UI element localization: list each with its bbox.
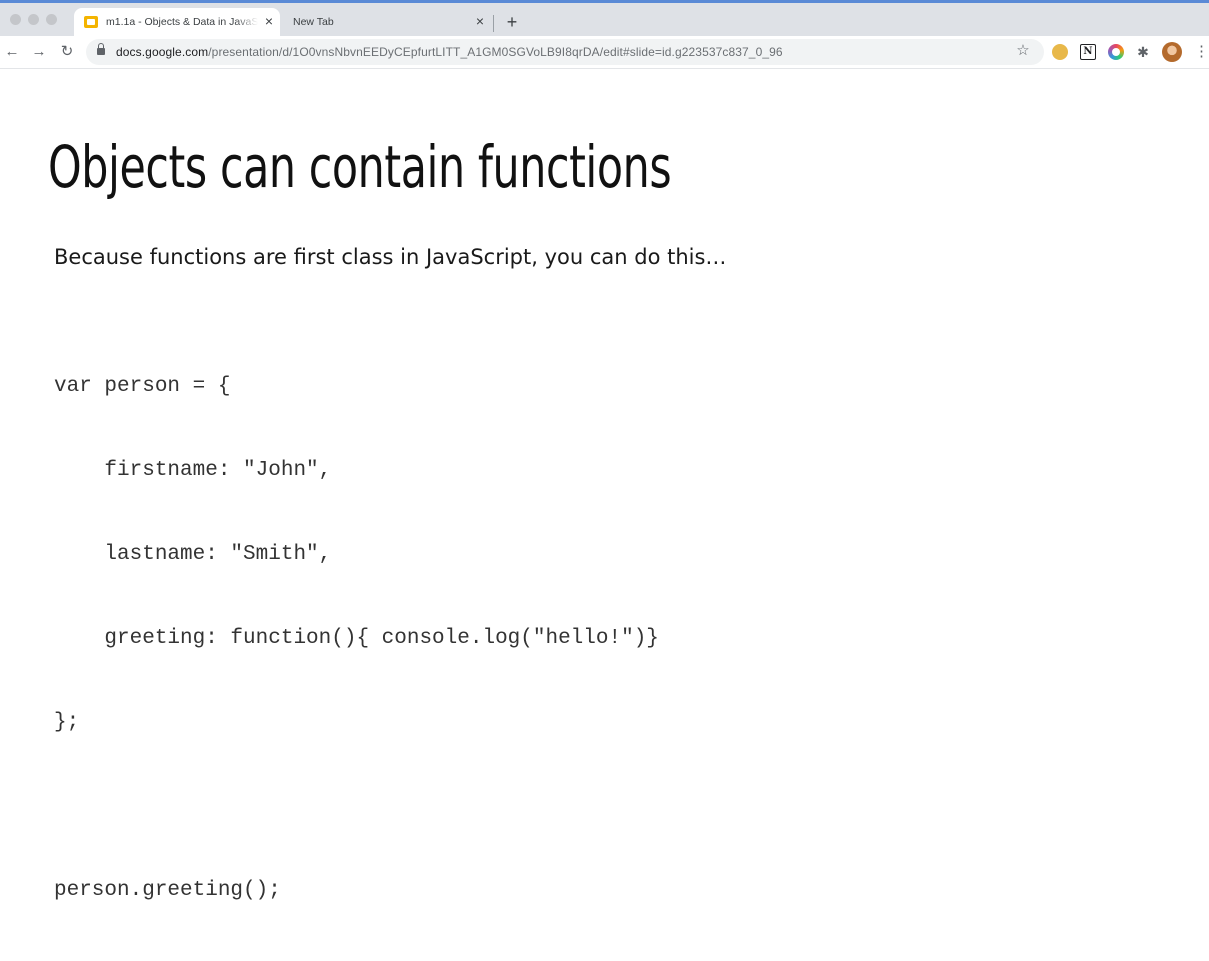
- tab-title: m1.1a - Objects & Data in JavaScript: [106, 16, 258, 28]
- code-line: lastname: "Smith",: [54, 543, 332, 566]
- slide-subtitle: Because functions are first class in Jav…: [54, 245, 727, 269]
- slide-title: Objects can contain functions: [48, 133, 672, 201]
- lock-icon[interactable]: [97, 43, 105, 55]
- forward-button[interactable]: →: [29, 42, 49, 62]
- presentation-slide: Objects can contain functions Because fu…: [0, 69, 1209, 902]
- bookmark-star-icon[interactable]: ☆: [1014, 42, 1032, 60]
- back-button[interactable]: ←: [2, 42, 22, 62]
- code-line: firstname: "John",: [54, 459, 332, 482]
- extensions-puzzle-icon[interactable]: ✱: [1135, 44, 1151, 60]
- reload-button[interactable]: ↻: [57, 42, 77, 62]
- window-zoom-dot[interactable]: [46, 14, 57, 25]
- window-minimize-dot[interactable]: [28, 14, 39, 25]
- browser-toolbar: ← → ↻ docs.google.com/presentation/d/1O0…: [0, 36, 1209, 69]
- url-path: /presentation/d/1O0vnsNbvnEEDyCEpfurtLIT…: [208, 45, 783, 59]
- new-tab-button[interactable]: +: [502, 12, 522, 32]
- tab-close-icon[interactable]: ×: [472, 13, 488, 29]
- yellow-extension-icon[interactable]: [1052, 44, 1068, 60]
- tab-strip: m1.1a - Objects & Data in JavaScript × N…: [0, 3, 1209, 36]
- code-line: };: [54, 711, 80, 734]
- tab-separator: [493, 15, 494, 32]
- url-text[interactable]: docs.google.com/presentation/d/1O0vnsNbv…: [116, 45, 783, 59]
- color-ring-extension-icon[interactable]: [1108, 44, 1124, 60]
- tab-title: New Tab: [293, 16, 334, 28]
- tab-close-icon[interactable]: ×: [261, 13, 277, 29]
- code-block: var person = { firstname: "John", lastna…: [54, 317, 659, 961]
- code-line: person.greeting();: [54, 879, 281, 902]
- slides-favicon-icon: [84, 16, 98, 28]
- address-bar[interactable]: docs.google.com/presentation/d/1O0vnsNbv…: [86, 39, 1044, 65]
- code-line: var person = {: [54, 375, 231, 398]
- url-host: docs.google.com: [116, 45, 209, 59]
- browser-menu-icon[interactable]: ⋮: [1194, 42, 1209, 62]
- tab-google-slides[interactable]: m1.1a - Objects & Data in JavaScript ×: [74, 8, 280, 36]
- notion-extension-icon[interactable]: N: [1080, 44, 1096, 60]
- window-close-dot[interactable]: [10, 14, 21, 25]
- code-line: greeting: function(){ console.log("hello…: [54, 627, 659, 650]
- tab-new-tab[interactable]: New Tab ×: [282, 8, 492, 36]
- profile-avatar[interactable]: [1162, 42, 1182, 62]
